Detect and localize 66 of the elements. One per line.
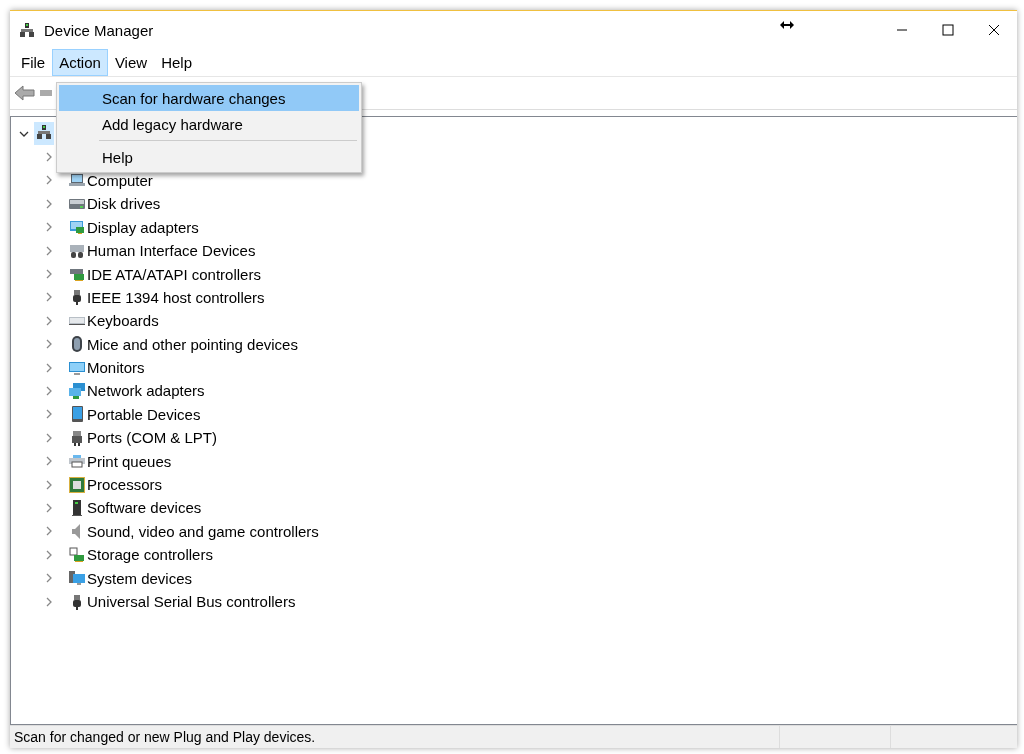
keyboard-gamepad-icon [69, 242, 85, 259]
storage-card-icon [69, 546, 85, 563]
device-manager-icon [19, 22, 35, 38]
tree-item[interactable]: Monitors [87, 359, 145, 377]
tree-item[interactable]: Print queues [87, 452, 172, 470]
expand-chevron-icon[interactable] [44, 432, 54, 443]
menu-item[interactable]: View [107, 49, 155, 76]
tablet-icon [69, 406, 85, 423]
expand-chevron-icon[interactable] [44, 549, 54, 560]
mouse-icon [69, 336, 85, 353]
resize-cursor-icon [780, 21, 794, 29]
tree-item[interactable]: Mice and other pointing devices [87, 335, 298, 353]
tree-item[interactable]: Computer [87, 171, 153, 189]
expand-chevron-icon[interactable] [44, 502, 54, 513]
processor-chip-icon [69, 476, 85, 493]
expand-chevron-icon[interactable] [44, 573, 54, 584]
expand-chevron-icon[interactable] [44, 292, 54, 303]
tree-item[interactable]: IDE ATA/ATAPI controllers [87, 265, 261, 283]
window-title: Device Manager [44, 21, 154, 39]
expand-chevron-icon[interactable] [44, 409, 54, 420]
tree-item[interactable]: Human Interface Devices [87, 242, 256, 260]
menu-option[interactable]: Help [59, 144, 359, 170]
expand-chevron-icon[interactable] [44, 198, 54, 209]
tree-item[interactable]: Processors [87, 476, 163, 494]
expand-chevron-icon[interactable] [44, 456, 54, 467]
tree-item[interactable]: Storage controllers [87, 546, 213, 564]
expand-chevron-icon[interactable] [44, 245, 54, 256]
expand-chevron-icon[interactable] [44, 596, 54, 607]
display-card-icon [69, 219, 85, 236]
printer-icon [69, 453, 85, 470]
tree-item[interactable]: Ports (COM & LPT) [87, 429, 217, 447]
menu-item[interactable]: File [14, 49, 53, 76]
expand-chevron-icon[interactable] [44, 362, 54, 373]
status-text: Scan for changed or new Plug and Play devices. [13, 728, 317, 747]
expand-chevron-icon[interactable] [44, 479, 54, 490]
network-icon [69, 383, 85, 399]
menu-item[interactable]: Action [52, 49, 108, 76]
tree-item[interactable]: Software devices [87, 499, 202, 517]
device-tree-icon [36, 124, 52, 141]
monitor-icon [69, 359, 85, 376]
port-connector-icon [69, 429, 85, 446]
menu-option[interactable]: Scan for hardware changes [59, 85, 359, 111]
expand-chevron-icon[interactable] [44, 386, 54, 396]
menu-option[interactable]: Add legacy hardware [59, 111, 359, 137]
expand-chevron-icon[interactable] [44, 269, 54, 280]
tree-item[interactable]: Disk drives [87, 195, 161, 213]
expand-chevron-icon[interactable] [44, 526, 54, 537]
back-arrow-icon[interactable] [14, 84, 36, 102]
expand-chevron-icon[interactable] [44, 315, 54, 326]
circuit-board-icon [69, 266, 85, 283]
tree-item[interactable]: Portable Devices [87, 405, 201, 423]
tower-icon [69, 499, 85, 516]
tree-item[interactable]: Network adapters [87, 382, 205, 400]
tree-item[interactable]: Universal Serial Bus controllers [87, 593, 296, 610]
computer-icon [69, 570, 85, 587]
expand-chevron-icon[interactable] [44, 175, 54, 186]
tree-item[interactable]: Sound, video and game controllers [87, 522, 319, 540]
expand-chevron-icon[interactable] [44, 222, 54, 233]
tree-item[interactable]: Display adapters [87, 218, 199, 236]
tree-item[interactable]: System devices [87, 569, 193, 587]
laptop-icon [69, 172, 85, 189]
expand-chevron-icon[interactable] [44, 339, 54, 350]
menu-item[interactable]: Help [154, 49, 199, 76]
tree-item[interactable]: Keyboards [87, 312, 159, 330]
expand-chevron-icon[interactable] [44, 152, 54, 163]
tree-item[interactable]: IEEE 1394 host controllers [87, 288, 265, 306]
